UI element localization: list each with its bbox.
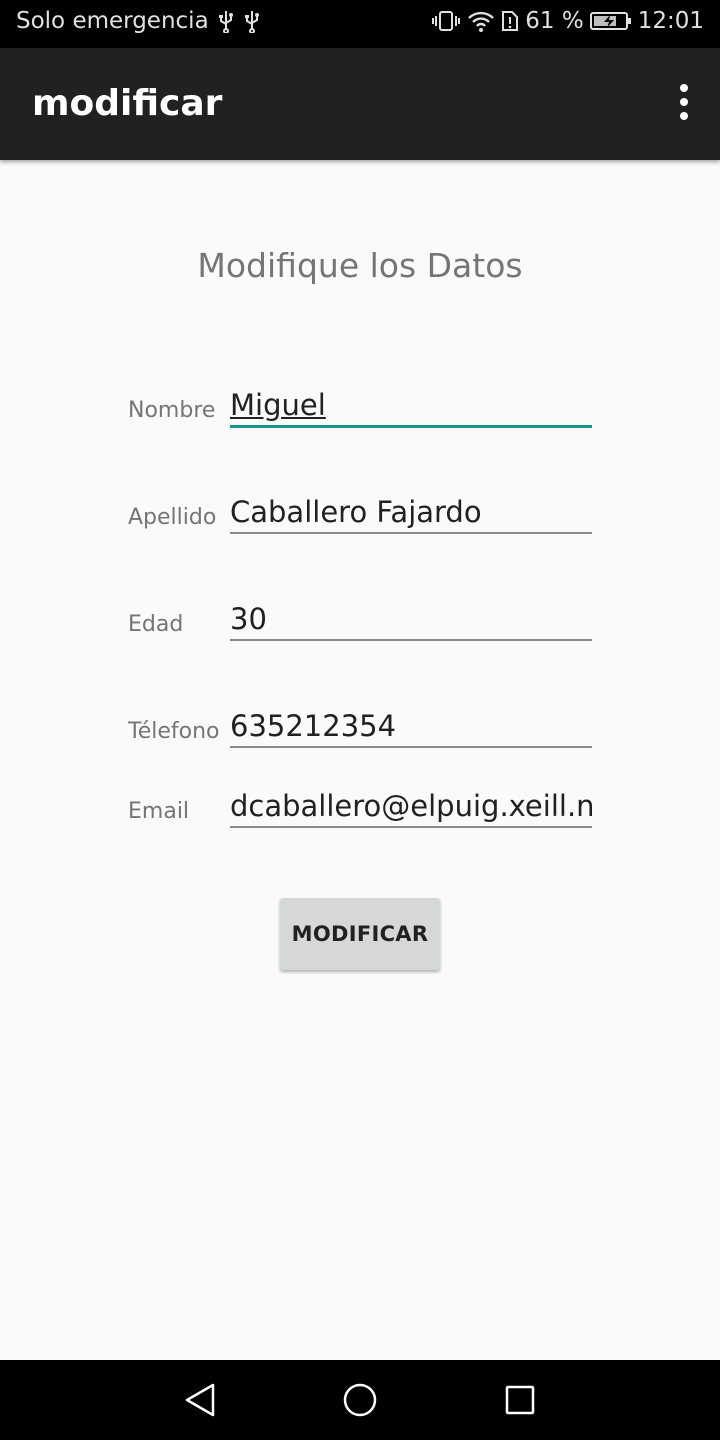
app-bar: modificar: [0, 48, 720, 160]
form-heading: Modifique los Datos: [197, 246, 523, 285]
home-icon[interactable]: [340, 1380, 380, 1420]
apellido-label: Apellido: [128, 505, 217, 530]
carrier-text: Solo emergencia: [16, 8, 209, 34]
edad-value: 30: [230, 602, 267, 636]
email-input[interactable]: dcaballero@elpuig.xeill.net: [230, 786, 592, 828]
recents-icon[interactable]: [500, 1380, 540, 1420]
status-bar: Solo emergencia 61 % 12:01: [0, 0, 720, 48]
nav-bar: [0, 1360, 720, 1440]
edad-label: Edad: [128, 612, 184, 637]
telefono-value: 635212354: [230, 709, 397, 743]
modificar-button[interactable]: MODIFICAR: [280, 898, 440, 970]
clock: 12:01: [637, 8, 704, 34]
telefono-input[interactable]: 635212354: [230, 706, 592, 748]
app-title: modificar: [32, 83, 223, 124]
status-left: Solo emergencia: [16, 8, 261, 34]
vibrate-icon: [431, 9, 461, 33]
more-vert-icon[interactable]: [676, 84, 692, 124]
nombre-input[interactable]: Miguel: [230, 385, 592, 428]
sim-alert-icon: [501, 9, 519, 33]
email-value: dcaballero@elpuig.xeill.net: [230, 789, 592, 823]
apellido-value: Caballero Fajardo: [230, 495, 482, 529]
edad-input[interactable]: 30: [230, 599, 592, 641]
email-label: Email: [128, 799, 190, 824]
battery-percent: 61 %: [525, 8, 584, 34]
usb-icon: [217, 9, 235, 33]
apellido-input[interactable]: Caballero Fajardo: [230, 492, 592, 534]
wifi-icon: [467, 9, 495, 33]
nombre-value: Miguel: [230, 388, 326, 422]
telefono-label: Télefono: [128, 719, 220, 744]
back-icon[interactable]: [180, 1380, 220, 1420]
battery-charging-icon: [589, 9, 632, 33]
nombre-label: Nombre: [128, 398, 216, 423]
usb-icon: [243, 9, 261, 33]
status-right: 61 % 12:01: [431, 8, 704, 34]
